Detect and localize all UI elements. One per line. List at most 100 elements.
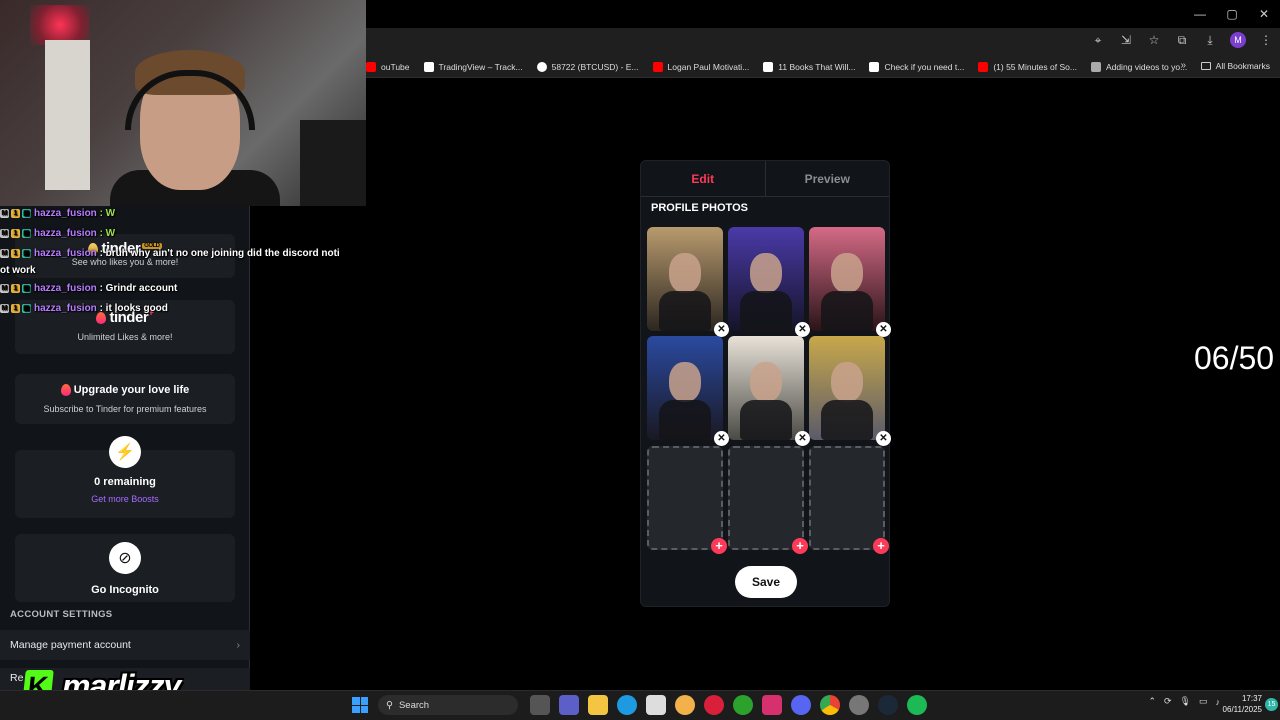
maximize-button[interactable]: ▢ [1216, 0, 1248, 28]
install-icon[interactable]: ⇲ [1118, 33, 1134, 47]
profile-photo[interactable]: ✕ [728, 336, 810, 446]
bookmark-favicon [423, 61, 434, 72]
remove-photo-icon[interactable]: ✕ [714, 431, 729, 446]
mic-icon[interactable]: 🎙︎ [1180, 696, 1191, 707]
bookmark-label: 11 Books That Will... [778, 61, 856, 72]
teams-icon[interactable] [559, 695, 579, 715]
minimize-button[interactable]: — [1184, 0, 1216, 28]
edge-icon[interactable] [617, 695, 637, 715]
photo-subject [750, 253, 782, 293]
chat-message: M 1 ▦ hazza_fusion : W [0, 228, 115, 239]
progress-counter: 06/50 [1194, 340, 1275, 376]
save-button[interactable]: Save [735, 566, 797, 598]
app-circle-icon[interactable] [675, 695, 695, 715]
extensions-icon[interactable]: ⧉ [1174, 33, 1190, 48]
manage-payment-row[interactable]: Manage payment account › [0, 630, 250, 660]
profile-photo[interactable]: ✕ [728, 227, 810, 337]
chat-username: hazza_fusion [34, 283, 97, 294]
account-settings-heading: ACCOUNT SETTINGS [10, 609, 113, 620]
remove-photo-icon[interactable]: ✕ [714, 322, 729, 337]
all-bookmarks-button[interactable]: All Bookmarks [1200, 61, 1270, 71]
volume-icon[interactable]: ♪ [1216, 697, 1221, 707]
photo-subject-body [659, 291, 711, 331]
bookmark-favicon [763, 61, 774, 72]
notification-badge[interactable]: 15 [1265, 698, 1278, 711]
bookmark-star-icon[interactable]: ☆ [1146, 33, 1162, 47]
location-icon[interactable]: ⌖ [1090, 33, 1106, 48]
bookmark-favicon [536, 61, 547, 72]
empty-photo-slot[interactable]: + [809, 446, 889, 554]
settings-icon[interactable] [849, 695, 869, 715]
remove-photo-icon[interactable]: ✕ [795, 431, 810, 446]
tab-edit[interactable]: Edit [641, 161, 766, 196]
windows-start-icon[interactable] [352, 697, 368, 713]
photo-subject-body [821, 291, 873, 331]
sync-icon[interactable]: ⟳ [1164, 696, 1172, 707]
bookmark-label: TradingView – Track... [438, 61, 523, 72]
close-button[interactable]: ✕ [1248, 0, 1280, 28]
steam-icon[interactable] [878, 695, 898, 715]
xbox-icon[interactable] [733, 695, 753, 715]
bookmark-item[interactable]: Adding videos to yo... [1090, 61, 1187, 72]
bookmark-item[interactable]: 58722 (BTCUSD) - E... [536, 61, 639, 72]
profile-photo[interactable]: ✕ [809, 336, 891, 446]
photo-subject [669, 362, 701, 402]
window-controls: — ▢ ✕ [1184, 0, 1280, 28]
editor-tabs: Edit Preview [641, 161, 889, 197]
bookmark-item[interactable]: Check if you need t... [869, 61, 964, 72]
profile-editor: Edit Preview PROFILE PHOTOS Save ✕ ✕ ✕ ✕ ✕ ✕ +… [640, 160, 891, 607]
upgrade-title: Upgrade your love life [15, 384, 235, 397]
file-explorer-icon[interactable] [530, 695, 550, 715]
chrome-icon[interactable] [820, 695, 840, 715]
upgrade-card[interactable]: Upgrade your love life Subscribe to Tind… [15, 374, 235, 424]
chat-text: ot work [0, 265, 36, 276]
chat-text: : bruh why ain't no one joining did the … [99, 248, 340, 259]
bookmark-label: (1) 55 Minutes of So... [993, 61, 1077, 72]
bookmark-label: 58722 (BTCUSD) - E... [551, 61, 639, 72]
photo-subject-body [659, 400, 711, 440]
flame-icon [60, 384, 71, 397]
store-icon[interactable] [646, 695, 666, 715]
chevron-right-icon: › [236, 639, 241, 651]
photo-subject-body [740, 400, 792, 440]
profile-photo[interactable]: ✕ [647, 227, 729, 337]
tab-preview[interactable]: Preview [766, 161, 890, 196]
remove-photo-icon[interactable]: ✕ [795, 322, 810, 337]
bookmark-item[interactable]: TradingView – Track... [423, 61, 523, 72]
folder-icon[interactable] [588, 695, 608, 715]
profile-avatar[interactable]: M [1230, 32, 1246, 48]
empty-photo-slot[interactable]: + [728, 446, 808, 554]
add-photo-icon[interactable]: + [711, 538, 727, 554]
remove-photo-icon[interactable]: ✕ [876, 431, 891, 446]
download-icon[interactable]: ⤓ [1202, 33, 1218, 48]
add-photo-icon[interactable]: + [873, 538, 889, 554]
more-bookmarks-chevron-icon[interactable]: » [1180, 60, 1186, 71]
bookmark-item[interactable]: (1) 55 Minutes of So... [978, 61, 1077, 72]
spotify-icon[interactable] [907, 695, 927, 715]
discord-icon[interactable] [791, 695, 811, 715]
menu-icon[interactable]: ⋮ [1258, 33, 1274, 47]
opera-icon[interactable] [704, 695, 724, 715]
get-more-boosts-link[interactable]: Get more Boosts [15, 494, 235, 504]
instagram-icon[interactable] [762, 695, 782, 715]
photo-subject-body [740, 291, 792, 331]
chat-badges: M 1 ▦ [0, 303, 31, 313]
bookmark-item[interactable]: Logan Paul Motivati... [652, 61, 749, 72]
folder-icon [1200, 62, 1211, 70]
profile-photo[interactable]: ✕ [647, 336, 729, 446]
remove-photo-icon[interactable]: ✕ [876, 322, 891, 337]
add-photo-icon[interactable]: + [792, 538, 808, 554]
taskbar-clock[interactable]: 17:37 06/11/2025 [1222, 693, 1262, 715]
profile-photo[interactable]: ✕ [809, 227, 891, 337]
chevron-up-icon[interactable]: ⌃ [1148, 696, 1156, 707]
incognito-card[interactable]: ⊘ Go Incognito [15, 534, 235, 602]
photo-subject [831, 362, 863, 402]
taskbar-search[interactable]: ⚲ Search [378, 695, 518, 715]
bookmark-item[interactable]: ouTube [366, 61, 410, 72]
network-icon[interactable]: ▭ [1199, 696, 1208, 707]
chat-username: hazza_fusion [34, 303, 97, 314]
webcam-chair [300, 120, 366, 206]
empty-photo-slot[interactable]: + [647, 446, 727, 554]
chat-message: M 1 ▦ hazza_fusion : bruh why ain't no one … [0, 248, 340, 259]
bookmark-item[interactable]: 11 Books That Will... [763, 61, 856, 72]
